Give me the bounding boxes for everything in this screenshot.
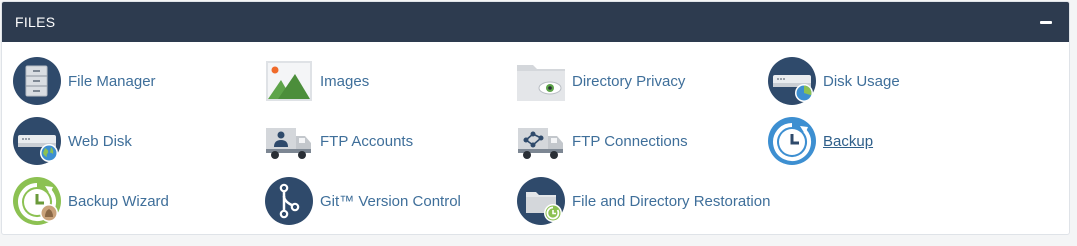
item-label: FTP Accounts <box>320 132 414 150</box>
item-label: Backup Wizard <box>68 192 169 210</box>
item-label: Images <box>320 72 370 90</box>
panel-title: FILES <box>15 14 56 30</box>
panel-header[interactable]: FILES <box>2 2 1069 42</box>
item-label: File Manager <box>68 72 156 90</box>
images-icon <box>264 56 314 106</box>
collapse-button[interactable] <box>1037 13 1055 31</box>
ftp-connections-icon <box>516 116 566 166</box>
item-images[interactable]: Images <box>264 56 369 106</box>
item-file-manager[interactable]: File Manager <box>12 56 156 106</box>
item-directory-privacy[interactable]: Directory Privacy <box>516 56 685 106</box>
item-label: Git™ Version Control <box>320 192 461 210</box>
backup-wizard-icon <box>12 176 62 226</box>
item-git-version-control[interactable]: Git™ Version Control <box>264 176 461 226</box>
item-disk-usage[interactable]: Disk Usage <box>767 56 900 106</box>
item-label: FTP Connections <box>572 132 688 150</box>
files-panel: FILES File Manager Images Directory Priv… <box>1 1 1070 235</box>
item-label: Web Disk <box>68 132 132 150</box>
web-disk-icon <box>12 116 62 166</box>
item-web-disk[interactable]: Web Disk <box>12 116 132 166</box>
directory-privacy-icon <box>516 56 566 106</box>
file-manager-icon <box>12 56 62 106</box>
disk-usage-icon <box>767 56 817 106</box>
item-backup[interactable]: Backup <box>767 116 873 166</box>
git-version-control-icon <box>264 176 314 226</box>
item-label: Backup <box>823 132 874 150</box>
item-label: Directory Privacy <box>572 72 686 90</box>
backup-icon <box>767 116 817 166</box>
item-ftp-accounts[interactable]: FTP Accounts <box>264 116 413 166</box>
item-ftp-connections[interactable]: FTP Connections <box>516 116 688 166</box>
item-file-directory-restoration[interactable]: File and Directory Restoration <box>516 176 770 226</box>
file-directory-restoration-icon <box>516 176 566 226</box>
minus-icon <box>1040 20 1052 24</box>
item-label: Disk Usage <box>823 72 900 90</box>
item-backup-wizard[interactable]: Backup Wizard <box>12 176 169 226</box>
item-label: File and Directory Restoration <box>572 192 771 210</box>
ftp-accounts-icon <box>264 116 314 166</box>
